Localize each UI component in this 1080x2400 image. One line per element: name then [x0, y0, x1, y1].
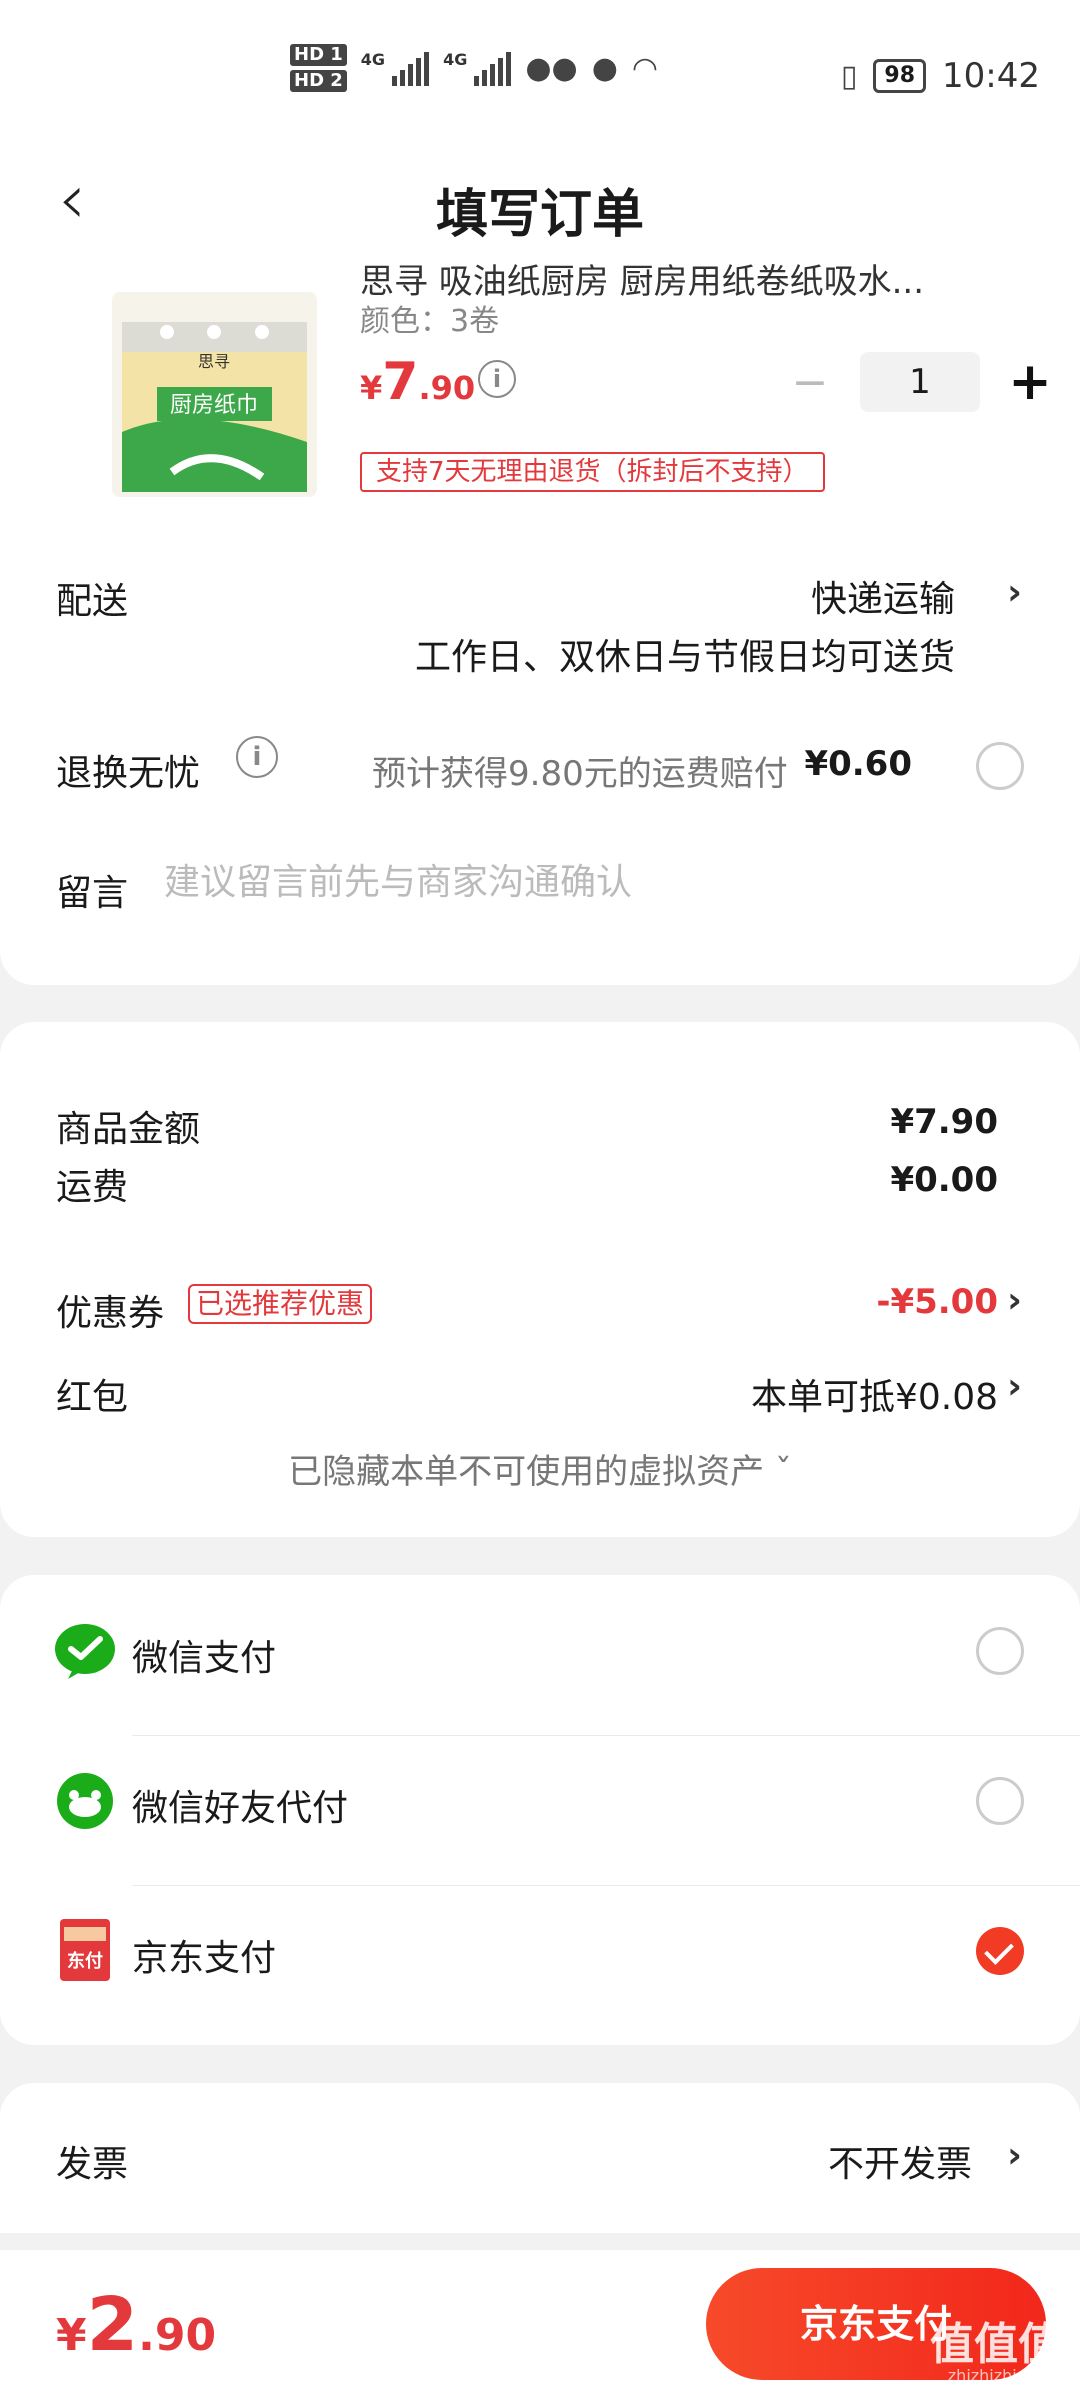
quantity-input[interactable]: 1 — [860, 352, 980, 412]
payment-methods-card: 微信支付 微信好友代付 东付 京东支付 — [0, 1575, 1080, 2045]
worry-free-info-icon[interactable]: i — [236, 736, 278, 778]
payment-radio-wechat-friend[interactable] — [976, 1777, 1024, 1825]
coupon-chevron-icon[interactable]: › — [1007, 1280, 1022, 1321]
page-header: ‹ 填写订单 — [0, 150, 1080, 260]
return-policy-tag: 支持7天无理由退货（拆封后不支持） — [360, 452, 825, 492]
payment-label-wechat-friend: 微信好友代付 — [132, 1788, 349, 1829]
redpacket-value[interactable]: 本单可抵¥0.08 — [751, 1368, 998, 1420]
payment-radio-wechat[interactable] — [976, 1627, 1024, 1675]
hidden-assets-toggle[interactable]: 已隐藏本单不可使用的虚拟资产 ˇ — [0, 1444, 1080, 1493]
payment-radio-jd[interactable] — [976, 1927, 1024, 1975]
checkout-bar: ¥2.90 京东支付 值值值 zhizhizhi.com — [0, 2250, 1080, 2400]
battery-icon: 98 — [873, 59, 927, 93]
invoice-card[interactable]: 发票 不开发票 › — [0, 2083, 1080, 2233]
product-image[interactable]: 厨房纸巾 Kitchen Towel 思寻 — [112, 292, 317, 497]
watermark-logo: 值值值 — [930, 2319, 1062, 2370]
jd-pay-icon: 东付 — [60, 1919, 110, 1981]
total-price: ¥2.90 — [56, 2282, 217, 2368]
status-bar: HD 1 HD 2 4G 4G ●● ● ◠ ▯ 98 10:42 — [0, 0, 1080, 150]
coupon-tag: 已选推荐优惠 — [188, 1284, 373, 1324]
hd-indicators: HD 1 HD 2 — [290, 44, 347, 92]
redpacket-chevron-icon[interactable]: › — [1007, 1366, 1022, 1407]
message-input[interactable] — [164, 862, 1014, 903]
coupon-label: 优惠券 — [56, 1293, 165, 1334]
coupon-value[interactable]: -¥5.00 — [876, 1282, 998, 1322]
status-left: HD 1 HD 2 4G 4G ●● ● ◠ — [290, 44, 658, 92]
payment-label-jd: 京东支付 — [132, 1938, 277, 1979]
shipping-label: 运费 — [56, 1167, 129, 1208]
payment-option-wechat[interactable]: 微信支付 — [0, 1575, 1080, 1725]
status-right: ▯ 98 10:42 — [841, 56, 1040, 96]
order-item-card: 厨房纸巾 Kitchen Towel 思寻 思寻 吸油纸厨房 厨房用纸卷纸吸水.… — [0, 260, 1080, 985]
wechat-pay-icon — [55, 1624, 115, 1679]
price-summary-card: 商品金额 ¥7.90 运费 ¥0.00 优惠券 已选推荐优惠 -¥5.00 › … — [0, 1022, 1080, 1537]
payment-label-wechat: 微信支付 — [132, 1638, 277, 1679]
product-image-text: 厨房纸巾 — [170, 393, 258, 418]
signal-icon-2: 4G — [443, 50, 512, 86]
product-price: ¥7.90 — [360, 352, 476, 412]
invoice-chevron-icon[interactable]: › — [1007, 2135, 1022, 2176]
clock: 10:42 — [942, 56, 1040, 96]
signal-icon-1: 4G — [361, 50, 430, 86]
worry-free-price: ¥0.60 — [804, 744, 912, 784]
increase-button[interactable]: + — [1000, 352, 1060, 412]
worry-free-label: 退换无忧 — [56, 753, 201, 794]
redpacket-label: 红包 — [56, 1377, 129, 1418]
goods-amount-label: 商品金额 — [56, 1109, 201, 1150]
jd-pay-icon-text: 东付 — [67, 1950, 103, 1972]
message-label: 留言 — [56, 873, 129, 914]
delivery-method[interactable]: 快递运输 — [811, 570, 955, 622]
price-info-icon[interactable]: i — [478, 360, 516, 398]
payment-option-wechat-friend[interactable]: 微信好友代付 — [0, 1725, 1080, 1875]
product-spec: 颜色：3卷 — [360, 304, 500, 339]
invoice-label: 发票 — [56, 2144, 129, 2185]
shipping-value: ¥0.00 — [890, 1160, 998, 1200]
message-icon: ● — [591, 50, 618, 86]
product-image-subtext: Kitchen Towel — [176, 424, 251, 437]
payment-option-jd[interactable]: 东付 京东支付 — [0, 1875, 1080, 2025]
worry-free-radio[interactable] — [976, 742, 1024, 790]
worry-free-desc: 预计获得9.80元的运费赔付 — [372, 754, 788, 794]
hd2-badge: HD 2 — [290, 70, 347, 92]
wifi-icon: ◠ — [631, 50, 659, 86]
delivery-chevron-icon[interactable]: › — [1007, 572, 1022, 613]
decrease-button[interactable]: − — [780, 357, 840, 408]
page-title: 填写订单 — [435, 185, 644, 245]
wechat-icon: ●● — [525, 50, 578, 86]
quantity-stepper: − 1 + — [780, 352, 1060, 412]
vibrate-icon: ▯ — [840, 58, 858, 94]
goods-amount-value: ¥7.90 — [890, 1102, 998, 1142]
invoice-value[interactable]: 不开发票 — [828, 2135, 972, 2187]
watermark-url: zhizhizhi.com — [947, 2366, 1056, 2385]
delivery-note: 工作日、双休日与节假日均可送货 — [414, 637, 955, 678]
wechat-friend-pay-icon — [57, 1773, 113, 1829]
hd1-badge: HD 1 — [290, 44, 347, 66]
product-image-brand: 思寻 — [198, 352, 230, 371]
delivery-label: 配送 — [56, 581, 129, 622]
